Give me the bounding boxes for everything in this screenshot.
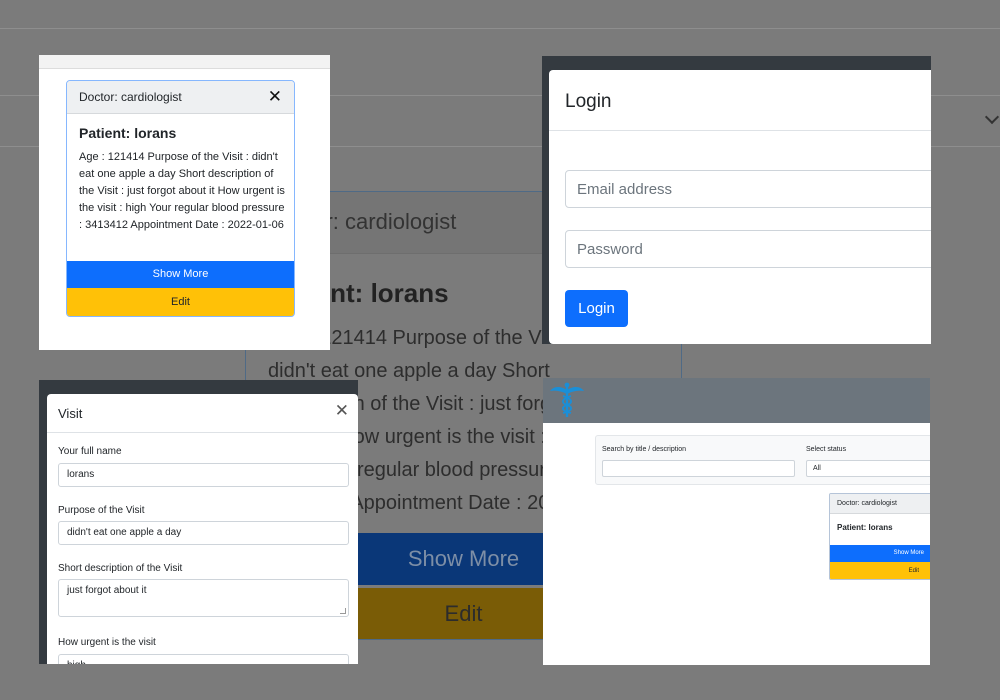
purpose-field[interactable]: didn't eat one apple a day	[58, 521, 349, 545]
filter-panel: Search by title / description Select sta…	[595, 435, 930, 485]
close-icon[interactable]: ✕	[335, 401, 349, 421]
login-screenshot: Login Login	[542, 56, 931, 344]
navbar	[543, 378, 930, 423]
dashboard-screenshot: Search by title / description Select sta…	[543, 378, 930, 665]
close-icon[interactable]: ✕	[268, 87, 282, 107]
login-modal: Login Login	[549, 70, 931, 344]
modal-title: Visit	[58, 406, 83, 421]
doctor-label: Doctor: cardiologist	[830, 494, 930, 514]
visit-card: Doctor: cardiologist Patient: lorans Sho…	[829, 493, 930, 580]
search-input[interactable]	[602, 460, 795, 477]
urgency-field[interactable]: high	[58, 654, 349, 664]
divider	[47, 432, 358, 433]
chevron-down-icon	[984, 109, 1000, 125]
browser-strip	[39, 55, 330, 69]
card-header: Doctor: cardiologist ✕	[67, 81, 294, 114]
full-name-label: Your full name	[58, 446, 122, 457]
description-label: Short description of the Visit	[58, 563, 183, 574]
status-label: Select status	[806, 446, 847, 453]
description-textarea[interactable]: just forgot about it	[58, 579, 349, 617]
full-name-field[interactable]: lorans	[58, 463, 349, 487]
login-button[interactable]: Login	[565, 290, 628, 327]
edit-button[interactable]: Edit	[830, 562, 930, 579]
divider	[549, 130, 931, 131]
purpose-label: Purpose of the Visit	[58, 505, 145, 516]
caduceus-icon[interactable]	[547, 381, 587, 419]
status-select[interactable]: All	[806, 460, 930, 477]
visit-details: Age : 121414 Purpose of the Visit : didn…	[79, 151, 285, 231]
email-field[interactable]	[565, 170, 931, 208]
edit-button[interactable]: Edit	[67, 288, 294, 316]
patient-title: Patient: lorans	[837, 523, 893, 532]
search-label: Search by title / description	[602, 446, 687, 453]
divider	[0, 28, 1000, 29]
doctor-card-screenshot: Doctor: cardiologist ✕ Patient: lorans A…	[39, 55, 330, 350]
show-more-button[interactable]: Show More	[830, 545, 930, 562]
show-more-button[interactable]: Show More	[67, 261, 294, 288]
visit-modal: Visit ✕ Your full name lorans Purpose of…	[47, 394, 358, 664]
resize-handle-icon[interactable]	[340, 608, 346, 614]
description-value: just forgot about it	[67, 585, 147, 596]
urgency-label: How urgent is the visit	[58, 637, 156, 648]
patient-title: Patient: lorans	[79, 125, 177, 141]
password-field[interactable]	[565, 230, 931, 268]
doctor-label: Doctor: cardiologist	[79, 90, 182, 104]
visit-card: Doctor: cardiologist ✕ Patient: lorans A…	[66, 80, 295, 317]
visit-form-screenshot: Visit ✕ Your full name lorans Purpose of…	[39, 380, 358, 664]
modal-title: Login	[565, 91, 612, 112]
